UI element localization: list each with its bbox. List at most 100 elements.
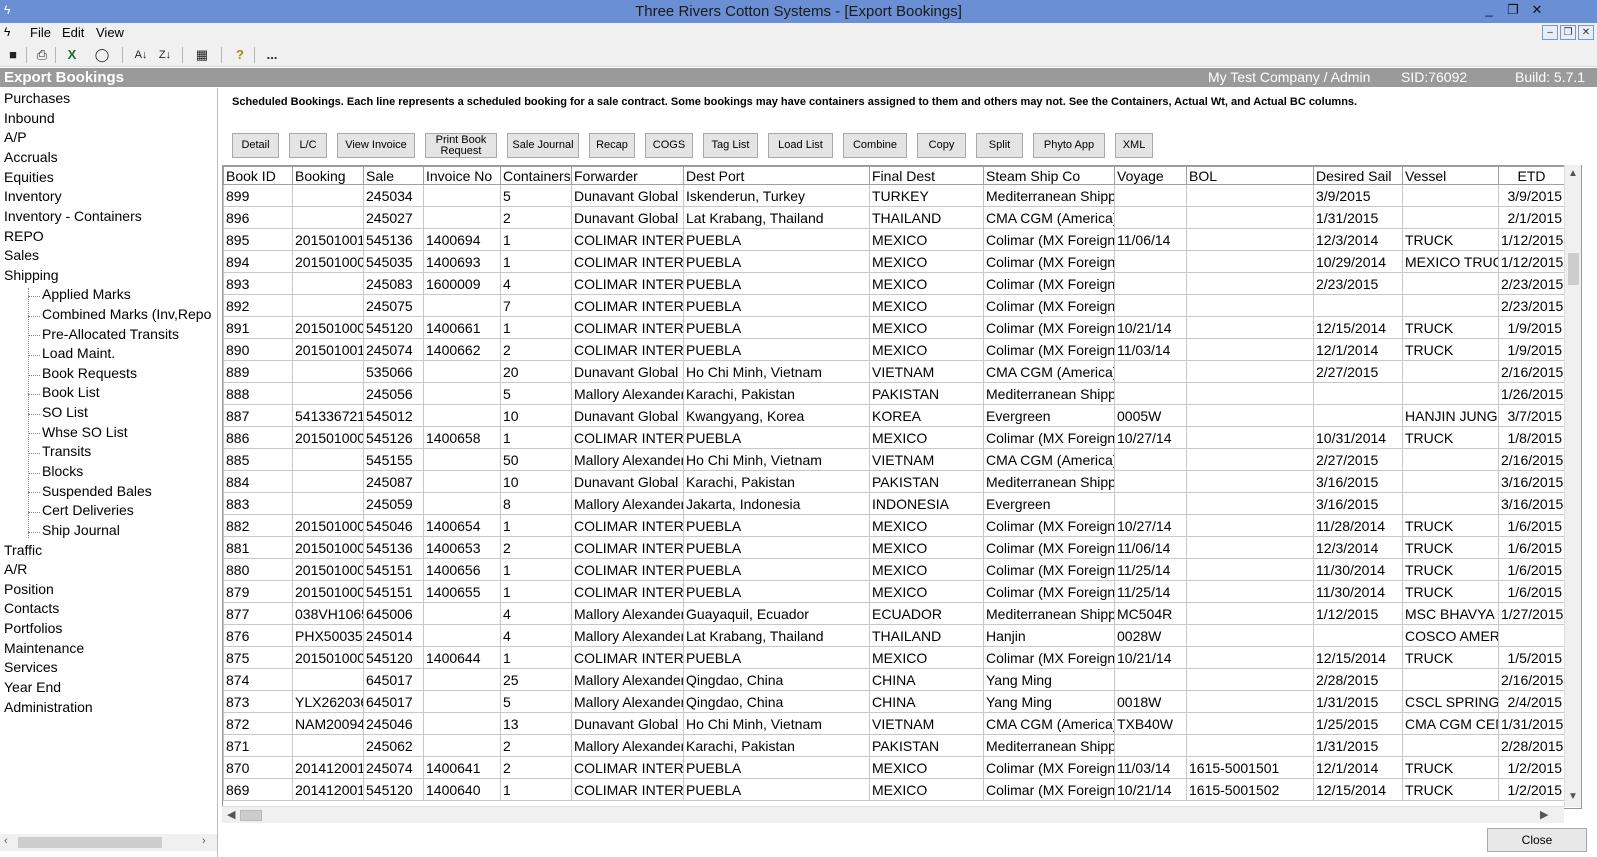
scrollbar-thumb[interactable] <box>18 837 162 848</box>
table-cell[interactable]: Guayaquil, Ecuador <box>683 602 870 625</box>
table-cell[interactable]: 2/28/2015 <box>1498 734 1565 757</box>
sidebar-item-inventory-containers[interactable]: Inventory - Containers <box>4 208 142 224</box>
table-cell[interactable] <box>1186 316 1314 339</box>
table-cell[interactable]: 1400662 <box>423 338 501 361</box>
table-row[interactable]: 874 645017 25 Mallory Alexander Qingdao, Chi… <box>223 668 1565 691</box>
table-cell[interactable] <box>292 668 364 691</box>
table-cell[interactable]: 893 <box>223 272 293 295</box>
table-cell[interactable] <box>1402 294 1499 317</box>
sidebar-item-shipping[interactable]: Shipping <box>4 267 59 283</box>
table-cell[interactable]: THAILAND <box>869 624 984 647</box>
table-cell[interactable] <box>1114 272 1187 295</box>
table-cell[interactable]: 3/9/2015 <box>1313 184 1403 207</box>
table-cell[interactable]: MEXICO <box>869 646 984 669</box>
column-header-vessel[interactable]: Vessel <box>1402 166 1499 185</box>
table-cell[interactable] <box>1114 360 1187 383</box>
table-cell[interactable]: 645017 <box>363 690 424 713</box>
table-row[interactable]: 892 245075 7 COLIMAR INTERN PUEBLA MEXICO Coli… <box>223 294 1565 317</box>
table-cell[interactable]: MEXICO <box>869 228 984 251</box>
table-cell[interactable] <box>292 272 364 295</box>
table-cell[interactable]: 245083 <box>363 272 424 295</box>
table-cell[interactable]: MEXICO <box>869 778 984 801</box>
table-cell[interactable]: PUEBLA <box>683 272 870 295</box>
table-cell[interactable]: PUEBLA <box>683 536 870 559</box>
table-cell[interactable]: Jakarta, Indonesia <box>683 492 870 515</box>
table-cell[interactable] <box>423 382 501 405</box>
table-cell[interactable]: PUEBLA <box>683 294 870 317</box>
table-cell[interactable] <box>1402 492 1499 515</box>
table-row[interactable]: 872 NAM20094 245046 13 Dunavant Global L Ho C… <box>223 712 1565 735</box>
table-cell[interactable]: KOREA <box>869 404 984 427</box>
table-cell[interactable]: 884 <box>223 470 293 493</box>
table-cell[interactable]: 038VH1065 <box>292 602 364 625</box>
table-cell[interactable]: MEXICO <box>869 558 984 581</box>
table-cell[interactable]: 1400661 <box>423 316 501 339</box>
table-cell[interactable] <box>423 690 501 713</box>
table-cell[interactable] <box>423 602 501 625</box>
copy-button[interactable]: Copy <box>917 133 966 158</box>
table-cell[interactable]: 1 <box>500 580 572 603</box>
table-cell[interactable]: 2/4/2015 <box>1498 690 1565 713</box>
table-cell[interactable]: CMA CGM (America) <box>983 206 1115 229</box>
table-cell[interactable]: 892 <box>223 294 293 317</box>
table-cell[interactable]: 10/21/14 <box>1114 316 1187 339</box>
table-cell[interactable]: 11/06/14 <box>1114 228 1187 251</box>
table-cell[interactable]: MEXICO TRUC <box>1402 250 1499 273</box>
table-cell[interactable]: COLIMAR INTERN <box>571 272 684 295</box>
table-cell[interactable]: Mallory Alexander <box>571 382 684 405</box>
more-icon[interactable]: ... <box>262 46 282 64</box>
minimize-window-button[interactable]: _ <box>1478 2 1500 17</box>
sidebar-item-purchases[interactable]: Purchases <box>4 90 70 106</box>
table-cell[interactable]: Colimar (MX Foreign F <box>983 228 1115 251</box>
table-cell[interactable]: MEXICO <box>869 426 984 449</box>
table-cell[interactable]: 1/31/2015 <box>1498 712 1565 735</box>
detail-button[interactable]: Detail <box>232 133 279 158</box>
table-cell[interactable] <box>1186 184 1314 207</box>
table-cell[interactable]: Colimar (MX Foreign F <box>983 338 1115 361</box>
sidebar-item-year-end[interactable]: Year End <box>4 679 61 695</box>
sidebar-item-pre-allocated-transits[interactable]: Pre-Allocated Transits <box>42 326 217 342</box>
table-cell[interactable]: CSCL SPRING <box>1402 690 1499 713</box>
xml-button[interactable]: XML <box>1115 133 1153 158</box>
table-cell[interactable]: 885 <box>223 448 293 471</box>
table-cell[interactable]: 2 <box>500 536 572 559</box>
table-cell[interactable]: 0018W <box>1114 690 1187 713</box>
table-cell[interactable]: 1/5/2015 <box>1498 646 1565 669</box>
table-cell[interactable] <box>292 206 364 229</box>
table-cell[interactable]: PAKISTAN <box>869 382 984 405</box>
table-cell[interactable]: 886 <box>223 426 293 449</box>
table-cell[interactable]: 1/6/2015 <box>1498 558 1565 581</box>
table-cell[interactable]: TRUCK <box>1402 756 1499 779</box>
table-cell[interactable]: MEXICO <box>869 294 984 317</box>
table-row[interactable]: 888 245056 5 Mallory Alexander Karachi, Paki… <box>223 382 1565 405</box>
load-list-button[interactable]: Load List <box>768 133 833 158</box>
table-cell[interactable]: PUEBLA <box>683 426 870 449</box>
table-cell[interactable]: Colimar (MX Foreign F <box>983 646 1115 669</box>
table-cell[interactable]: PAKISTAN <box>869 734 984 757</box>
table-cell[interactable]: COLIMAR INTERN <box>571 228 684 251</box>
table-cell[interactable] <box>1114 382 1187 405</box>
table-cell[interactable]: Karachi, Pakistan <box>683 470 870 493</box>
grid-icon[interactable]: ▦ <box>192 46 212 64</box>
table-cell[interactable] <box>1186 514 1314 537</box>
table-cell[interactable]: 879 <box>223 580 293 603</box>
table-cell[interactable]: 2/27/2015 <box>1313 360 1403 383</box>
sidebar-item-maintenance[interactable]: Maintenance <box>4 640 84 656</box>
table-cell[interactable]: NAM20094 <box>292 712 364 735</box>
table-cell[interactable]: 1 <box>500 558 572 581</box>
table-cell[interactable] <box>423 712 501 735</box>
table-cell[interactable]: 13 <box>500 712 572 735</box>
table-cell[interactable]: PUEBLA <box>683 514 870 537</box>
restore-window-button[interactable]: ❐ <box>1502 2 1524 18</box>
table-cell[interactable]: 2015010005 <box>292 558 364 581</box>
table-cell[interactable]: 888 <box>223 382 293 405</box>
table-cell[interactable]: Colimar (MX Foreign F <box>983 756 1115 779</box>
menu-view[interactable]: View <box>96 25 124 40</box>
table-cell[interactable]: 2/1/2015 <box>1498 206 1565 229</box>
table-cell[interactable]: COLIMAR INTERN <box>571 294 684 317</box>
scroll-down-icon[interactable]: ▼ <box>1568 791 1578 802</box>
column-header-bol[interactable]: BOL <box>1186 166 1314 185</box>
table-cell[interactable]: 11/25/14 <box>1114 558 1187 581</box>
table-cell[interactable]: 2015010009 <box>292 426 364 449</box>
table-cell[interactable]: Dunavant Global L <box>571 712 684 735</box>
